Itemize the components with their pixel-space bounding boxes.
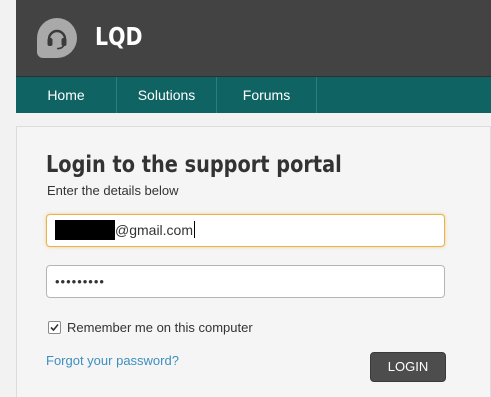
remember-me: Remember me on this computer xyxy=(48,320,253,335)
password-field[interactable]: ••••••••• xyxy=(46,265,445,298)
logo[interactable] xyxy=(37,18,77,58)
page-title: Login to the support portal xyxy=(46,152,342,178)
brand-name[interactable]: LQD xyxy=(95,22,143,51)
login-panel: Login to the support portal Enter the de… xyxy=(16,126,491,397)
nav-item-forums[interactable]: Forums xyxy=(217,77,317,113)
nav-item-home[interactable]: Home xyxy=(16,77,117,113)
nav-item-solutions[interactable]: Solutions xyxy=(117,77,217,113)
remember-me-label: Remember me on this computer xyxy=(67,320,253,335)
site-header: LQD xyxy=(16,0,491,77)
email-field[interactable]: @gmail.com xyxy=(46,214,445,247)
email-field-value: @gmail.com xyxy=(115,222,194,238)
remember-me-checkbox[interactable] xyxy=(48,321,61,334)
headset-icon xyxy=(47,29,67,50)
page: LQD Home Solutions Forums Login to the s… xyxy=(0,0,491,397)
forgot-password-link[interactable]: Forgot your password? xyxy=(46,353,179,368)
redacted-text xyxy=(55,219,115,240)
checkmark-icon xyxy=(50,323,59,332)
login-subtitle: Enter the details below xyxy=(47,183,179,198)
login-button[interactable]: LOGIN xyxy=(370,352,446,382)
password-field-value: ••••••••• xyxy=(55,274,105,289)
text-caret xyxy=(194,221,196,239)
main-nav: Home Solutions Forums xyxy=(16,77,491,113)
